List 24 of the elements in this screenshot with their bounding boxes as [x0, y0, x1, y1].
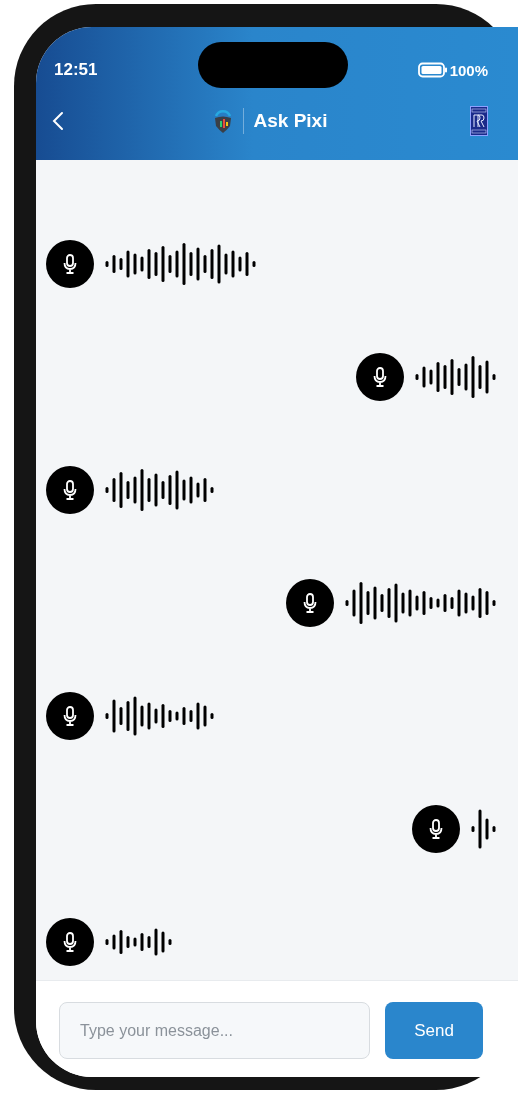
microphone-button[interactable] — [412, 805, 460, 853]
status-time: 12:51 — [54, 60, 98, 80]
microphone-button[interactable] — [46, 918, 94, 966]
microphone-icon — [373, 367, 387, 387]
microphone-icon — [63, 932, 77, 952]
battery-icon — [417, 62, 448, 78]
microphone-icon — [429, 819, 443, 839]
message-input[interactable]: Type your message... — [59, 1002, 370, 1059]
microphone-icon — [303, 593, 317, 613]
back-icon[interactable] — [52, 111, 64, 131]
send-button[interactable]: Send — [385, 1002, 483, 1059]
shield-logo-icon — [212, 108, 233, 134]
microphone-button[interactable] — [356, 353, 404, 401]
microphone-button[interactable] — [286, 579, 334, 627]
microphone-icon — [63, 254, 77, 274]
waveform-drawing — [470, 807, 498, 851]
battery-percentage: 100% — [449, 61, 488, 79]
brand-logo-icon — [470, 106, 488, 136]
microphone-button[interactable] — [46, 240, 94, 288]
microphone-button[interactable] — [46, 466, 94, 514]
microphone-button[interactable] — [46, 692, 94, 740]
microphone-icon — [63, 706, 77, 726]
screen-title: Ask Pixi — [253, 110, 328, 132]
microphone-icon — [63, 480, 77, 500]
